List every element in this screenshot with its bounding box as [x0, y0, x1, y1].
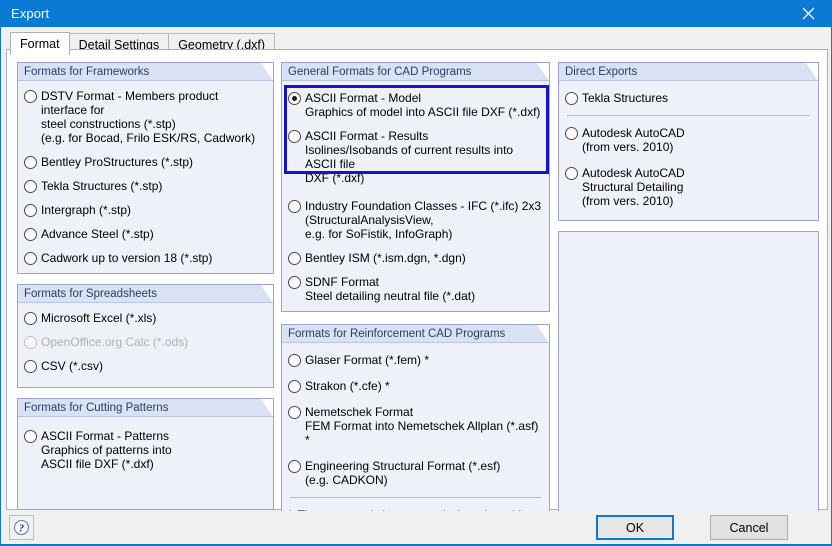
radio-csv[interactable]: CSV (*.csv): [24, 359, 267, 373]
radio-label: ASCII Format - Results Isolines/Isobands…: [305, 129, 514, 185]
radio-button-icon[interactable]: [288, 200, 301, 213]
radio-bentley-prostructures[interactable]: Bentley ProStructures (*.stp): [24, 155, 267, 169]
radio-button-icon[interactable]: [288, 354, 301, 367]
radio-label: ASCII Format - Model Graphics of model i…: [305, 91, 541, 119]
radio-ascii-format-patterns[interactable]: ASCII Format - Patterns Graphics of patt…: [24, 429, 267, 471]
radio-button-icon[interactable]: [24, 180, 37, 193]
radio-button-icon[interactable]: [288, 460, 301, 473]
empty-panel: [558, 231, 819, 517]
radio-button-icon[interactable]: [24, 90, 37, 103]
radio-label: Microsoft Excel (*.xls): [41, 311, 157, 325]
radio-autodesk-autocad[interactable]: Autodesk AutoCAD (from vers. 2010): [565, 126, 812, 154]
radio-button-icon[interactable]: [24, 430, 37, 443]
radio-button-icon: [24, 336, 37, 349]
radio-label: Glaser Format (*.fem) *: [305, 353, 430, 367]
radio-bentley-ism[interactable]: Bentley ISM (*.ism.dgn, *.dgn): [288, 251, 543, 265]
tab-format[interactable]: Format: [10, 32, 70, 55]
close-icon[interactable]: [786, 0, 831, 27]
radio-label: Advance Steel (*.stp): [41, 227, 154, 241]
group-direct-exports: Direct Exports Tekla Structures Autodesk…: [558, 62, 819, 221]
radio-label: Autodesk AutoCAD (from vers. 2010): [582, 126, 685, 154]
radio-button-icon[interactable]: [565, 167, 578, 180]
radio-label: Engineering Structural Format (*.esf) (e…: [305, 459, 501, 487]
radio-strakon[interactable]: Strakon (*.cfe) *: [288, 379, 543, 393]
export-dialog: Export Format Detail Settings Geometry (…: [0, 0, 832, 546]
tab-content-format: Formats for Frameworks DSTV Format - Mem…: [6, 49, 828, 545]
radio-label: ASCII Format - Patterns Graphics of patt…: [41, 429, 172, 471]
radio-button-icon[interactable]: [288, 252, 301, 265]
radio-button-icon[interactable]: [24, 228, 37, 241]
help-question-icon[interactable]: ?: [9, 515, 34, 540]
radio-button-icon[interactable]: [288, 276, 301, 289]
direct-exports-divider: [567, 115, 810, 116]
radio-button-icon[interactable]: [288, 380, 301, 393]
radio-label: Industry Foundation Classes - IFC (*.ifc…: [305, 199, 542, 241]
ok-button[interactable]: OK: [596, 515, 674, 540]
group-header-spreadsheets: Formats for Spreadsheets: [18, 285, 273, 303]
group-header-frameworks: Formats for Frameworks: [18, 63, 273, 81]
radio-button-icon[interactable]: [24, 312, 37, 325]
window-title: Export: [11, 6, 50, 21]
radio-engineering-structural-format[interactable]: Engineering Structural Format (*.esf) (e…: [288, 459, 543, 487]
group-formats-for-cutting-patterns: Formats for Cutting Patterns ASCII Forma…: [17, 398, 274, 510]
radio-glaser-format[interactable]: Glaser Format (*.fem) *: [288, 353, 543, 367]
radio-label: CSV (*.csv): [41, 359, 104, 373]
radio-label: Tekla Structures (*.stp): [41, 179, 163, 193]
radio-button-icon[interactable]: [24, 252, 37, 265]
dialog-footer: ? OK Cancel: [1, 511, 831, 545]
radio-label: Tekla Structures: [582, 91, 669, 105]
radio-tekla-structures-stp[interactable]: Tekla Structures (*.stp): [24, 179, 267, 193]
radio-ascii-format-model[interactable]: ASCII Format - Model Graphics of model i…: [288, 91, 543, 119]
radio-button-icon[interactable]: [565, 92, 578, 105]
group-general-formats-for-cad-programs: General Formats for CAD Programs ASCII F…: [281, 62, 550, 312]
radio-label: SDNF Format Steel detailing neutral file…: [305, 275, 476, 303]
group-header-reinforcement: Formats for Reinforcement CAD Programs: [282, 325, 549, 343]
svg-text:?: ?: [19, 523, 24, 534]
radio-label: Cadwork up to version 18 (*.stp): [41, 251, 213, 265]
radio-ifc-2x3[interactable]: Industry Foundation Classes - IFC (*.ifc…: [288, 199, 543, 241]
radio-nemetschek-format[interactable]: Nemetschek Format FEM Format into Nemets…: [288, 405, 543, 447]
group-formats-for-spreadsheets: Formats for Spreadsheets Microsoft Excel…: [17, 284, 274, 388]
footnote-divider: [290, 497, 541, 498]
group-header-cutting-patterns: Formats for Cutting Patterns: [18, 399, 273, 417]
radio-label: Bentley ProStructures (*.stp): [41, 155, 194, 169]
radio-label: Nemetschek Format FEM Format into Nemets…: [305, 405, 539, 447]
radio-button-icon[interactable]: [24, 156, 37, 169]
radio-button-icon[interactable]: [24, 204, 37, 217]
group-header-cad-general: General Formats for CAD Programs: [282, 63, 549, 81]
radio-label: OpenOffice.org Calc (*.ods): [41, 335, 189, 349]
radio-button-icon[interactable]: [565, 127, 578, 140]
radio-label: DSTV Format - Members product interface …: [41, 89, 256, 145]
radio-openoffice-calc: OpenOffice.org Calc (*.ods): [24, 335, 267, 349]
title-bar: Export: [1, 0, 831, 27]
radio-button-icon[interactable]: [288, 130, 301, 143]
radio-ascii-format-results[interactable]: ASCII Format - Results Isolines/Isobands…: [288, 129, 543, 185]
radio-label: Autodesk AutoCAD Structural Detailing (f…: [582, 166, 685, 208]
radio-button-icon[interactable]: [24, 360, 37, 373]
radio-button-icon[interactable]: [288, 406, 301, 419]
radio-microsoft-excel[interactable]: Microsoft Excel (*.xls): [24, 311, 267, 325]
radio-dstv-format[interactable]: DSTV Format - Members product interface …: [24, 89, 267, 145]
radio-intergraph[interactable]: Intergraph (*.stp): [24, 203, 267, 217]
group-formats-for-frameworks: Formats for Frameworks DSTV Format - Mem…: [17, 62, 274, 274]
radio-label: Intergraph (*.stp): [41, 203, 132, 217]
radio-advance-steel[interactable]: Advance Steel (*.stp): [24, 227, 267, 241]
group-header-direct-exports: Direct Exports: [559, 63, 818, 81]
radio-autodesk-autocad-structural-detailing[interactable]: Autodesk AutoCAD Structural Detailing (f…: [565, 166, 812, 208]
radio-button-icon[interactable]: [288, 92, 301, 105]
column-right: Direct Exports Tekla Structures Autodesk…: [558, 62, 819, 517]
radio-cadwork-v18[interactable]: Cadwork up to version 18 (*.stp): [24, 251, 267, 265]
radio-tekla-structures-direct[interactable]: Tekla Structures: [565, 91, 812, 105]
radio-label: Bentley ISM (*.ism.dgn, *.dgn): [305, 251, 466, 265]
cancel-button[interactable]: Cancel: [710, 515, 788, 540]
column-middle: General Formats for CAD Programs ASCII F…: [281, 62, 550, 545]
column-left: Formats for Frameworks DSTV Format - Mem…: [17, 62, 274, 520]
tab-strip: Format Detail Settings Geometry (.dxf): [1, 27, 831, 55]
radio-label: Strakon (*.cfe) *: [305, 379, 390, 393]
radio-sdnf-format[interactable]: SDNF Format Steel detailing neutral file…: [288, 275, 543, 303]
